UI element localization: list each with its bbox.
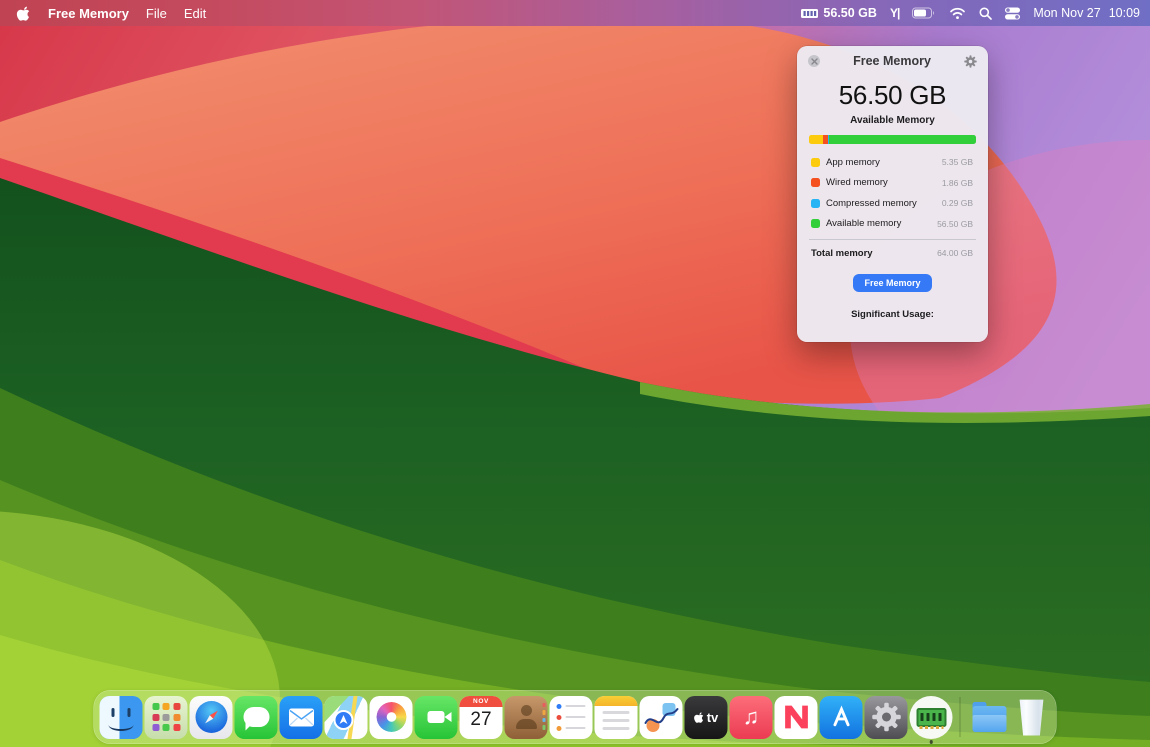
- dock-item-launchpad[interactable]: [145, 696, 188, 739]
- menu-bar: Free Memory File Edit 56.50 GB Y|: [0, 0, 1150, 26]
- apple-logo-icon: [694, 711, 705, 724]
- available-memory-caption: Available Memory: [797, 115, 988, 126]
- dock: NOV 27 tv ♫: [94, 690, 1057, 744]
- dock-item-free-memory[interactable]: [910, 696, 953, 739]
- dock-item-system-settings[interactable]: [865, 696, 908, 739]
- news-logo-icon: [783, 704, 809, 730]
- free-memory-button[interactable]: Free Memory: [853, 274, 931, 292]
- calendar-month: NOV: [460, 696, 503, 707]
- memory-usage-bar: [809, 135, 976, 144]
- battery-icon[interactable]: [912, 7, 936, 19]
- bar-segment-app: [809, 135, 823, 144]
- dock-item-app-store[interactable]: [820, 696, 863, 739]
- dock-item-reminders[interactable]: [550, 696, 593, 739]
- dock-divider: [960, 697, 961, 737]
- menu-extra-icon[interactable]: Y|: [890, 6, 899, 20]
- dock-item-contacts[interactable]: [505, 696, 548, 739]
- menubar-memory-value: 56.50 GB: [823, 6, 877, 20]
- ram-icon: [801, 8, 818, 19]
- menubar-time: 10:09: [1109, 6, 1140, 20]
- available-memory-value: 56.50 GB: [797, 80, 988, 111]
- photos-pinwheel-icon: [376, 702, 406, 732]
- total-memory-label: Total memory: [811, 248, 873, 259]
- ram-chip-icon: [916, 708, 946, 727]
- dock-item-apple-tv[interactable]: tv: [685, 696, 728, 739]
- finder-icon: [100, 696, 143, 739]
- legend-label: App memory: [826, 157, 880, 168]
- menu-file[interactable]: File: [146, 6, 167, 21]
- compressed-memory-swatch: [811, 199, 820, 208]
- dock-item-calendar[interactable]: NOV 27: [460, 696, 503, 739]
- dock-item-facetime[interactable]: [415, 696, 458, 739]
- dock-item-trash[interactable]: [1013, 696, 1051, 739]
- legend-row-compressed-memory: Compressed memory 0.29 GB: [797, 193, 988, 214]
- free-memory-popover: Free Memory 56.50 GB Avai: [797, 46, 988, 342]
- dock-item-messages[interactable]: [235, 696, 278, 739]
- contacts-tabs: [542, 703, 545, 730]
- envelope-icon: [288, 708, 314, 727]
- settings-gear-icon: [871, 702, 901, 732]
- legend-row-app-memory: App memory 5.35 GB: [797, 152, 988, 173]
- dock-item-news[interactable]: [775, 696, 818, 739]
- app-store-a-icon: [829, 705, 853, 729]
- gear-icon[interactable]: [964, 55, 977, 68]
- person-silhouette-icon: [513, 705, 539, 729]
- legend-label: Compressed memory: [826, 198, 917, 209]
- dock-item-photos[interactable]: [370, 696, 413, 739]
- dock-item-safari[interactable]: [190, 696, 233, 739]
- legend-value: 0.29 GB: [942, 198, 973, 208]
- total-memory-value: 64.00 GB: [937, 248, 973, 258]
- legend-label: Available memory: [826, 218, 901, 229]
- wifi-icon[interactable]: [949, 7, 966, 20]
- dock-item-mail[interactable]: [280, 696, 323, 739]
- bar-segment-available: [829, 135, 976, 144]
- desktop: Free Memory File Edit 56.50 GB Y|: [0, 0, 1150, 747]
- dock-item-notes[interactable]: [595, 696, 638, 739]
- tv-label: tv: [707, 710, 719, 725]
- legend-value: 5.35 GB: [942, 157, 973, 167]
- music-note-icon: ♫: [743, 704, 760, 730]
- navigation-arrow-icon: [334, 710, 354, 730]
- control-center-icon[interactable]: [1005, 7, 1020, 20]
- significant-usage-label: Significant Usage:: [797, 309, 988, 320]
- legend-label: Wired memory: [826, 177, 888, 188]
- running-indicator: [929, 740, 933, 744]
- app-memory-swatch: [811, 158, 820, 167]
- dock-item-maps[interactable]: [325, 696, 368, 739]
- menubar-memory-status[interactable]: 56.50 GB: [801, 6, 877, 20]
- available-memory-swatch: [811, 219, 820, 228]
- memory-legend: App memory 5.35 GB Wired memory 1.86 GB …: [797, 152, 988, 234]
- video-camera-icon: [428, 711, 445, 723]
- trash-can-icon: [1017, 699, 1046, 736]
- menu-app-name[interactable]: Free Memory: [48, 6, 129, 21]
- dock-item-downloads-folder[interactable]: [968, 696, 1011, 739]
- dock-item-freeform[interactable]: [640, 696, 683, 739]
- menubar-clock[interactable]: Mon Nov 27 10:09: [1033, 6, 1140, 20]
- legend-value: 1.86 GB: [942, 178, 973, 188]
- legend-row-wired-memory: Wired memory 1.86 GB: [797, 173, 988, 194]
- calendar-day: 27: [470, 709, 491, 731]
- notes-header: [595, 696, 638, 706]
- safari-compass-icon: [195, 701, 227, 733]
- menu-edit[interactable]: Edit: [184, 6, 206, 21]
- close-icon[interactable]: [808, 55, 820, 67]
- total-memory-row: Total memory 64.00 GB: [797, 242, 988, 264]
- speech-bubble-icon: [243, 707, 269, 727]
- legend-value: 56.50 GB: [937, 219, 973, 229]
- menubar-date: Mon Nov 27: [1033, 6, 1100, 20]
- divider: [809, 239, 976, 240]
- legend-row-available-memory: Available memory 56.50 GB: [797, 214, 988, 235]
- freeform-squiggle-icon: [640, 696, 683, 739]
- dock-item-music[interactable]: ♫: [730, 696, 773, 739]
- dock-item-finder[interactable]: [100, 696, 143, 739]
- popover-title: Free Memory: [853, 54, 931, 68]
- apple-menu-icon[interactable]: [16, 5, 31, 22]
- folder-icon: [972, 706, 1006, 732]
- wired-memory-swatch: [811, 178, 820, 187]
- search-icon[interactable]: [979, 7, 992, 20]
